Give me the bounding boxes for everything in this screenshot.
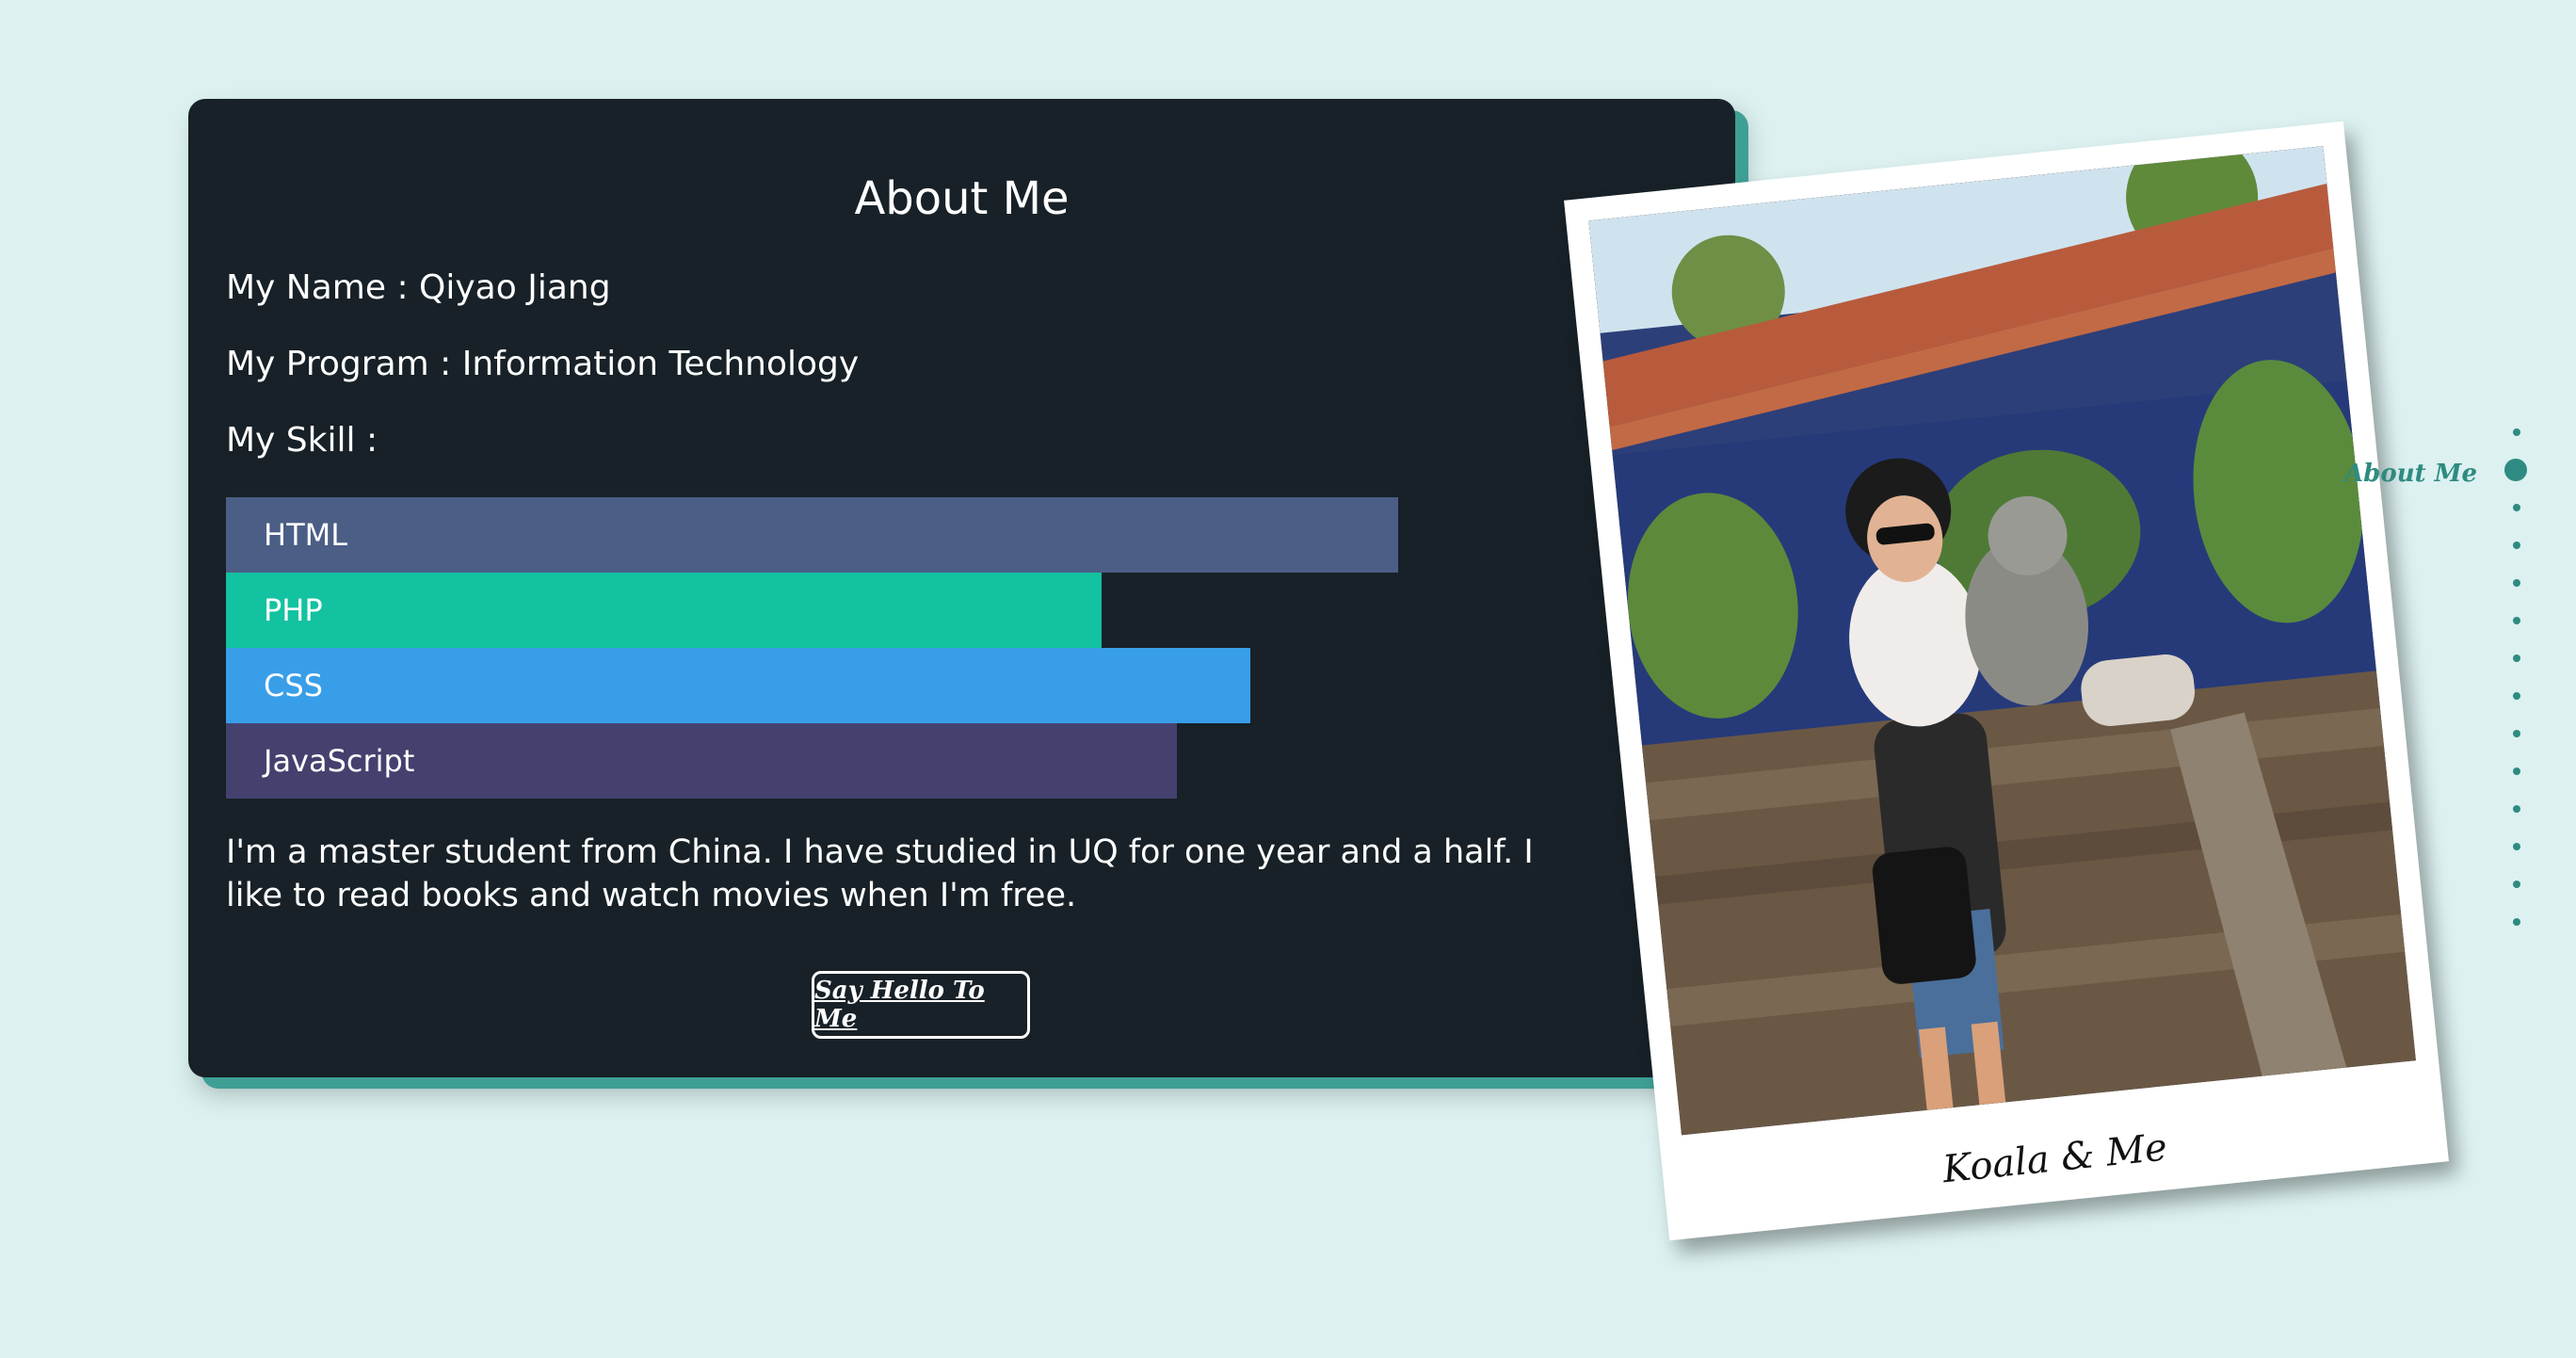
- side-nav-dot-active[interactable]: [2504, 459, 2527, 481]
- side-nav-dot[interactable]: [2513, 881, 2520, 888]
- side-nav-dot[interactable]: [2513, 617, 2520, 624]
- skill-label: HTML: [264, 517, 348, 553]
- side-nav-dot[interactable]: [2513, 805, 2520, 813]
- polaroid-photo: Koala & Me: [1564, 121, 2449, 1241]
- side-nav-dot[interactable]: [2513, 768, 2520, 775]
- bio-text: I'm a master student from China. I have …: [226, 833, 1534, 914]
- side-nav-dot[interactable]: [2513, 428, 2520, 436]
- program-line: My Program : Information Technology: [226, 345, 860, 383]
- side-nav-dot[interactable]: [2513, 843, 2520, 850]
- koala-photo: [1588, 146, 2416, 1136]
- side-nav-dots: [2467, 428, 2576, 937]
- side-nav-dot[interactable]: [2513, 692, 2520, 700]
- side-nav-dot[interactable]: [2513, 730, 2520, 737]
- skill-heading: My Skill :: [226, 421, 378, 460]
- side-nav-dot[interactable]: [2513, 542, 2520, 549]
- say-hello-button[interactable]: Say Hello To Me: [812, 971, 1030, 1039]
- skill-label: PHP: [264, 592, 323, 628]
- skill-label: JavaScript: [264, 743, 415, 779]
- skill-bar-php: PHP: [226, 573, 1102, 648]
- page-title: About Me: [854, 172, 1070, 225]
- side-nav-dot[interactable]: [2513, 918, 2520, 926]
- side-nav-dot[interactable]: [2513, 655, 2520, 662]
- skill-bar-html: HTML: [226, 497, 1398, 573]
- skill-bar-css: CSS: [226, 648, 1250, 723]
- skill-label: CSS: [264, 668, 323, 703]
- name-line: My Name : Qiyao Jiang: [226, 268, 611, 307]
- side-nav-dot[interactable]: [2513, 504, 2520, 511]
- side-nav-dot[interactable]: [2513, 579, 2520, 587]
- about-card: About Me My Name : Qiyao Jiang My Progra…: [188, 99, 1735, 1077]
- side-nav-active-label[interactable]: About Me: [2344, 460, 2477, 488]
- skill-bar-javascript: JavaScript: [226, 723, 1177, 799]
